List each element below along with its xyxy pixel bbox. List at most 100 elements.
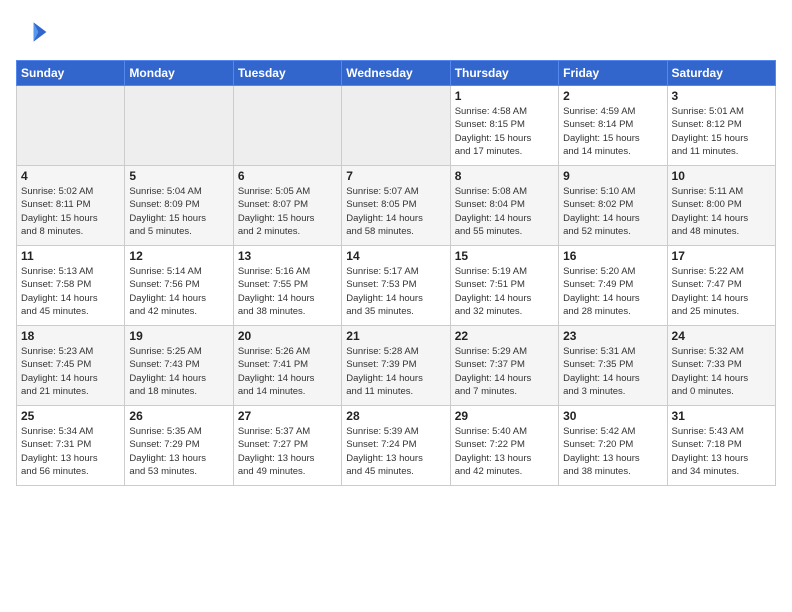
logo-icon [16, 16, 48, 48]
day-info: Sunrise: 5:28 AM Sunset: 7:39 PM Dayligh… [346, 345, 445, 398]
day-number: 13 [238, 249, 337, 263]
day-info: Sunrise: 5:14 AM Sunset: 7:56 PM Dayligh… [129, 265, 228, 318]
day-number: 19 [129, 329, 228, 343]
calendar-week-row: 18 Sunrise: 5:23 AM Sunset: 7:45 PM Dayli… [17, 326, 776, 406]
day-number: 14 [346, 249, 445, 263]
calendar-day: 20Sunrise: 5:26 AM Sunset: 7:41 PM Dayli… [233, 326, 341, 406]
day-number: 15 [455, 249, 554, 263]
weekday-header: Monday [125, 61, 233, 86]
calendar-day: 4Sunrise: 5:02 AM Sunset: 8:11 PM Daylig… [17, 166, 125, 246]
calendar-day: 5 Sunrise: 5:04 AM Sunset: 8:09 PM Daylig… [125, 166, 233, 246]
day-info: Sunrise: 5:22 AM Sunset: 7:47 PM Dayligh… [672, 265, 771, 318]
page-header [16, 16, 776, 48]
day-info: Sunrise: 5:31 AM Sunset: 7:35 PM Dayligh… [563, 345, 662, 398]
calendar-day: 30 Sunrise: 5:42 AM Sunset: 7:20 PM Dayli… [559, 406, 667, 486]
day-number: 28 [346, 409, 445, 423]
day-info: Sunrise: 5:19 AM Sunset: 7:51 PM Dayligh… [455, 265, 554, 318]
calendar-day: 6Sunrise: 5:05 AM Sunset: 8:07 PM Daylig… [233, 166, 341, 246]
weekday-header: Sunday [17, 61, 125, 86]
day-number: 26 [129, 409, 228, 423]
weekday-header: Tuesday [233, 61, 341, 86]
day-number: 3 [672, 89, 771, 103]
weekday-header: Friday [559, 61, 667, 86]
day-info: Sunrise: 5:34 AM Sunset: 7:31 PM Dayligh… [21, 425, 120, 478]
day-number: 21 [346, 329, 445, 343]
calendar-day: 11 Sunrise: 5:13 AM Sunset: 7:58 PM Dayli… [17, 246, 125, 326]
day-info: Sunrise: 4:58 AM Sunset: 8:15 PM Dayligh… [455, 105, 554, 158]
calendar-day: 1 Sunrise: 4:58 AM Sunset: 8:15 PM Daylig… [450, 86, 558, 166]
calendar-day: 13 Sunrise: 5:16 AM Sunset: 7:55 PM Dayli… [233, 246, 341, 326]
day-number: 18 [21, 329, 120, 343]
day-number: 1 [455, 89, 554, 103]
calendar-day: 29 Sunrise: 5:40 AM Sunset: 7:22 PM Dayli… [450, 406, 558, 486]
day-number: 11 [21, 249, 120, 263]
calendar-day: 27 Sunrise: 5:37 AM Sunset: 7:27 PM Dayli… [233, 406, 341, 486]
day-number: 2 [563, 89, 662, 103]
calendar-day: 21 Sunrise: 5:28 AM Sunset: 7:39 PM Dayli… [342, 326, 450, 406]
calendar-day: 14 Sunrise: 5:17 AM Sunset: 7:53 PM Dayli… [342, 246, 450, 326]
day-number: 31 [672, 409, 771, 423]
day-info: Sunrise: 5:01 AM Sunset: 8:12 PM Dayligh… [672, 105, 771, 158]
day-info: Sunrise: 5:40 AM Sunset: 7:22 PM Dayligh… [455, 425, 554, 478]
day-info: Sunrise: 5:20 AM Sunset: 7:49 PM Dayligh… [563, 265, 662, 318]
calendar-week-row: 4Sunrise: 5:02 AM Sunset: 8:11 PM Daylig… [17, 166, 776, 246]
day-info: Sunrise: 5:39 AM Sunset: 7:24 PM Dayligh… [346, 425, 445, 478]
calendar-day: 16 Sunrise: 5:20 AM Sunset: 7:49 PM Dayli… [559, 246, 667, 326]
day-info: Sunrise: 5:10 AM Sunset: 8:02 PM Dayligh… [563, 185, 662, 238]
day-info: Sunrise: 5:42 AM Sunset: 7:20 PM Dayligh… [563, 425, 662, 478]
weekday-header: Thursday [450, 61, 558, 86]
day-info: Sunrise: 5:32 AM Sunset: 7:33 PM Dayligh… [672, 345, 771, 398]
calendar-day: 22 Sunrise: 5:29 AM Sunset: 7:37 PM Dayli… [450, 326, 558, 406]
day-info: Sunrise: 5:29 AM Sunset: 7:37 PM Dayligh… [455, 345, 554, 398]
day-number: 8 [455, 169, 554, 183]
calendar-week-row: 1 Sunrise: 4:58 AM Sunset: 8:15 PM Daylig… [17, 86, 776, 166]
day-info: Sunrise: 5:35 AM Sunset: 7:29 PM Dayligh… [129, 425, 228, 478]
calendar-day: 23 Sunrise: 5:31 AM Sunset: 7:35 PM Dayli… [559, 326, 667, 406]
calendar-day: 17Sunrise: 5:22 AM Sunset: 7:47 PM Dayli… [667, 246, 775, 326]
day-info: Sunrise: 5:16 AM Sunset: 7:55 PM Dayligh… [238, 265, 337, 318]
calendar-day [125, 86, 233, 166]
day-info: Sunrise: 5:07 AM Sunset: 8:05 PM Dayligh… [346, 185, 445, 238]
weekday-header: Saturday [667, 61, 775, 86]
calendar-table: SundayMondayTuesdayWednesdayThursdayFrid… [16, 60, 776, 486]
day-number: 27 [238, 409, 337, 423]
day-number: 25 [21, 409, 120, 423]
calendar-day: 2 Sunrise: 4:59 AM Sunset: 8:14 PM Daylig… [559, 86, 667, 166]
calendar-week-row: 25 Sunrise: 5:34 AM Sunset: 7:31 PM Dayli… [17, 406, 776, 486]
calendar-day: 18 Sunrise: 5:23 AM Sunset: 7:45 PM Dayli… [17, 326, 125, 406]
day-info: Sunrise: 5:13 AM Sunset: 7:58 PM Dayligh… [21, 265, 120, 318]
calendar-day: 9Sunrise: 5:10 AM Sunset: 8:02 PM Daylig… [559, 166, 667, 246]
day-info: Sunrise: 5:05 AM Sunset: 8:07 PM Dayligh… [238, 185, 337, 238]
calendar-day: 19 Sunrise: 5:25 AM Sunset: 7:43 PM Dayli… [125, 326, 233, 406]
weekday-header-row: SundayMondayTuesdayWednesdayThursdayFrid… [17, 61, 776, 86]
day-number: 29 [455, 409, 554, 423]
calendar-day: 12 Sunrise: 5:14 AM Sunset: 7:56 PM Dayli… [125, 246, 233, 326]
day-number: 12 [129, 249, 228, 263]
day-number: 24 [672, 329, 771, 343]
day-info: Sunrise: 5:25 AM Sunset: 7:43 PM Dayligh… [129, 345, 228, 398]
day-number: 7 [346, 169, 445, 183]
calendar-day: 24 Sunrise: 5:32 AM Sunset: 7:33 PM Dayli… [667, 326, 775, 406]
day-number: 23 [563, 329, 662, 343]
day-info: Sunrise: 5:37 AM Sunset: 7:27 PM Dayligh… [238, 425, 337, 478]
logo [16, 16, 52, 48]
day-number: 22 [455, 329, 554, 343]
day-info: Sunrise: 5:43 AM Sunset: 7:18 PM Dayligh… [672, 425, 771, 478]
calendar-day [17, 86, 125, 166]
day-number: 20 [238, 329, 337, 343]
day-info: Sunrise: 5:23 AM Sunset: 7:45 PM Dayligh… [21, 345, 120, 398]
calendar-day [342, 86, 450, 166]
day-number: 16 [563, 249, 662, 263]
day-info: Sunrise: 5:08 AM Sunset: 8:04 PM Dayligh… [455, 185, 554, 238]
day-number: 30 [563, 409, 662, 423]
day-info: Sunrise: 4:59 AM Sunset: 8:14 PM Dayligh… [563, 105, 662, 158]
day-info: Sunrise: 5:17 AM Sunset: 7:53 PM Dayligh… [346, 265, 445, 318]
calendar-day: 28 Sunrise: 5:39 AM Sunset: 7:24 PM Dayli… [342, 406, 450, 486]
calendar-day [233, 86, 341, 166]
calendar-day: 8 Sunrise: 5:08 AM Sunset: 8:04 PM Daylig… [450, 166, 558, 246]
day-info: Sunrise: 5:02 AM Sunset: 8:11 PM Dayligh… [21, 185, 120, 238]
day-number: 5 [129, 169, 228, 183]
calendar-week-row: 11 Sunrise: 5:13 AM Sunset: 7:58 PM Dayli… [17, 246, 776, 326]
calendar-day: 7 Sunrise: 5:07 AM Sunset: 8:05 PM Daylig… [342, 166, 450, 246]
day-info: Sunrise: 5:04 AM Sunset: 8:09 PM Dayligh… [129, 185, 228, 238]
